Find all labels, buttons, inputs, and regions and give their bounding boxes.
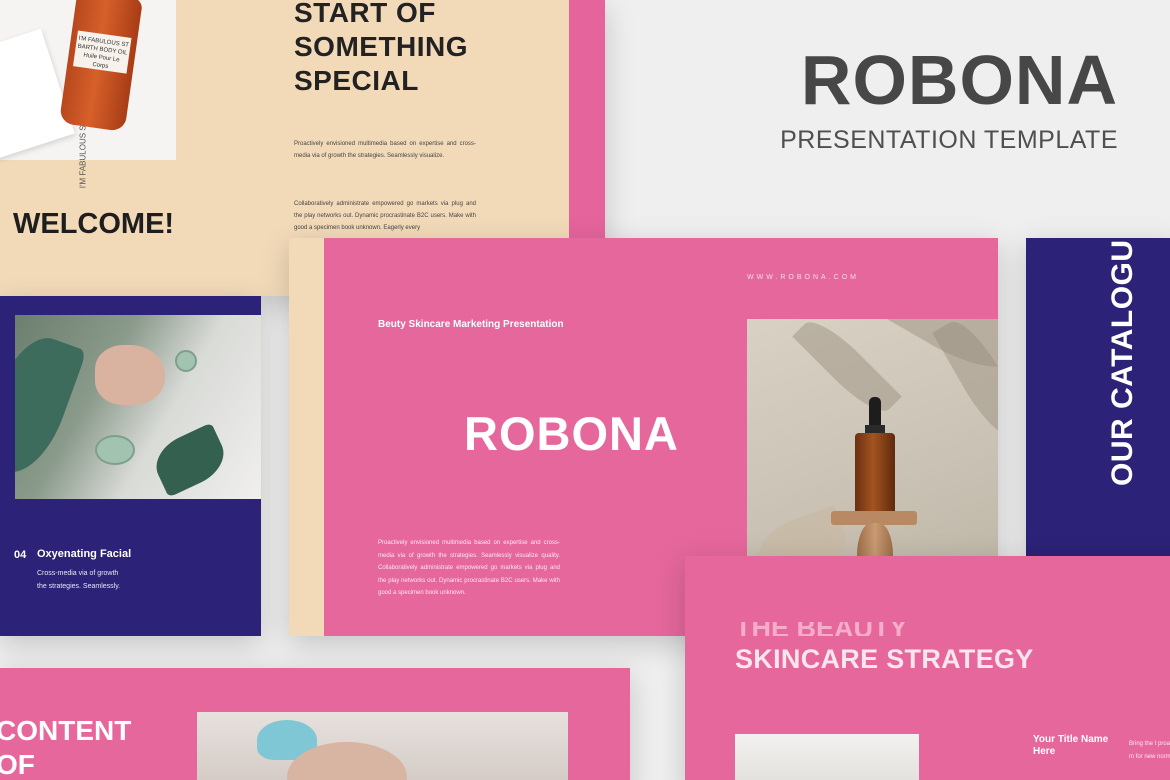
strategy-heading: SKINCARE STRATEGY: [735, 644, 1034, 674]
cut-heading: THE BEAUTY: [735, 622, 908, 636]
heading-line-2: SOMETHING: [294, 31, 469, 62]
website-url: WWW.ROBONA.COM: [747, 274, 859, 281]
heading-line-3: SPECIAL: [294, 65, 419, 96]
item-description: Cross-media via of growth the strategies…: [37, 570, 121, 590]
heading-line-1: START OF: [294, 0, 436, 28]
catalogue-title: OUR CATALOGUE: [1106, 238, 1139, 486]
welcome-title: WELCOME!: [13, 208, 175, 240]
body-oil-photo: I'M FABULOUS ST BARTH BODY OIL Huile Pou…: [0, 0, 176, 188]
oil-bottle: I'M FABULOUS ST BARTH BODY OIL Huile Pou…: [58, 0, 144, 132]
main-logo: ROBONA: [464, 407, 679, 460]
beige-strip: [289, 238, 324, 636]
slide-strategy: THE BEAUTY SKINCARE STRATEGY Your Title …: [685, 556, 1170, 780]
dropper-bottle: [855, 397, 895, 515]
item-number: 04: [14, 549, 27, 561]
content-line-1: CONTENT: [0, 715, 132, 746]
facial-treatment-photo: [197, 712, 568, 780]
brand-title: ROBONA: [800, 41, 1118, 119]
your-title: Your Title Name Here: [1033, 734, 1109, 757]
main-body-text: Proactively envisioned multimedia based …: [378, 540, 560, 596]
slide-facial: 04 Oxyenating Facial Cross-media via of …: [0, 296, 261, 636]
tagline: Beuty Skincare Marketing Presentation: [378, 319, 564, 330]
jade-roller-photo: [15, 315, 261, 499]
spa-photo: [735, 734, 919, 780]
slide-heading: START OF SOMETHING SPECIAL: [294, 0, 468, 98]
brand-subtitle: PRESENTATION TEMPLATE: [780, 126, 1118, 154]
body-paragraph: Collaboratively administrate empowered g…: [294, 201, 476, 231]
item-title: Oxyenating Facial: [37, 548, 132, 560]
slide-content: CONTENT OF: [0, 668, 630, 780]
dropper-bottle-photo: [747, 319, 998, 596]
strategy-body: Bring the t proactive m for new norm: [1129, 741, 1170, 760]
slide-catalogue: OUR CATALOGUE: [1026, 238, 1170, 558]
content-heading: CONTENT OF: [0, 714, 131, 780]
intro-paragraph: Proactively envisioned multimedia based …: [294, 141, 476, 159]
bottle-label: I'M FABULOUS ST BARTH BODY OIL Huile Pou…: [73, 30, 132, 74]
content-line-2: OF: [0, 749, 35, 780]
